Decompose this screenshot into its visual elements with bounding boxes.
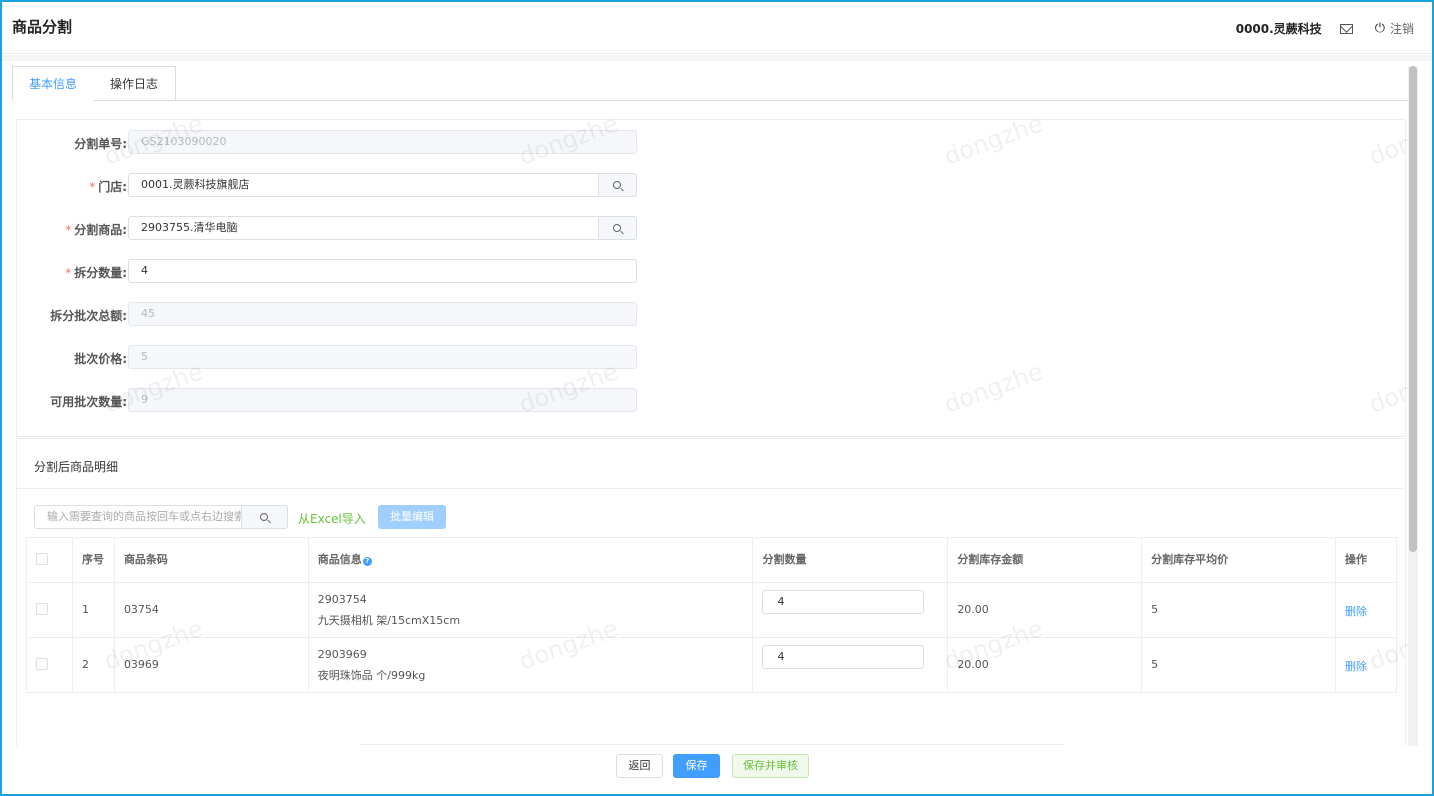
split-no-label: 分割单号: — [74, 137, 127, 151]
column-header: 分割库存平均价 — [1142, 538, 1337, 582]
form-row-split-qty: * 拆分数量: 4 — [17, 259, 647, 283]
info-cell: 2903754 九天摄相机 架/15cmX15cm — [309, 583, 754, 637]
search-icon — [260, 513, 268, 521]
detail-table: 序号 商品条码 商品信息? 分割数量 分割库存金额 分割库存平均价 操作 1 0… — [26, 537, 1397, 693]
header-gap — [2, 55, 1432, 61]
detail-search-input[interactable]: 输入需要查询的商品按回车或点右边搜索 — [34, 505, 242, 529]
tab-basic-info[interactable]: 基本信息 — [12, 66, 94, 101]
index-cell: 1 — [73, 583, 115, 637]
product-search-button[interactable] — [598, 216, 637, 240]
tab-operation-log[interactable]: 操作日志 — [93, 66, 176, 101]
table-row: 1 03754 2903754 九天摄相机 架/15cmX15cm 4 20.00… — [27, 583, 1397, 638]
action-cell: 删除 — [1336, 638, 1397, 692]
split-no-field: GS2103090020 — [128, 130, 637, 154]
store-field[interactable]: 0001.灵蕨科技旗舰店 — [128, 173, 599, 197]
form-row-split-no: 分割单号: GS2103090020 — [17, 130, 647, 154]
batch-edit-button[interactable]: 批量编辑 — [378, 505, 446, 529]
avg-price-cell: 5 — [1142, 583, 1337, 637]
detail-section: 分割后商品明细 输入需要查询的商品按回车或点右边搜索 从Excel导入 批量编辑… — [16, 438, 1406, 746]
qty-cell: 4 — [753, 638, 949, 692]
row-checkbox[interactable] — [36, 603, 48, 615]
form-row-batch-price: 批次价格: 5 — [17, 345, 647, 369]
select-all-checkbox[interactable] — [36, 553, 48, 565]
logout-link[interactable]: 注销 — [1390, 20, 1414, 37]
batch-price-label: 批次价格: — [74, 352, 127, 366]
excel-import-link[interactable]: 从Excel导入 — [298, 510, 366, 527]
header-checkbox-cell — [27, 538, 73, 582]
tab-bar: 基本信息 操作日志 — [12, 66, 1410, 101]
mail-icon[interactable] — [1339, 23, 1353, 34]
product-label: * 分割商品: — [65, 223, 127, 237]
column-header: 分割数量 — [753, 538, 949, 582]
delete-link[interactable]: 删除 — [1345, 603, 1367, 619]
index-cell: 2 — [73, 638, 115, 692]
vertical-scrollbar[interactable] — [1408, 66, 1418, 746]
available-qty-label: 可用批次数量: — [50, 395, 127, 409]
column-header-info: 商品信息? — [309, 538, 754, 582]
avg-price-cell: 5 — [1142, 638, 1337, 692]
qty-input[interactable]: 4 — [762, 590, 925, 614]
detail-search-button[interactable] — [241, 505, 288, 529]
company-name: 0000.灵蕨科技 — [1235, 22, 1322, 36]
form-row-store: * 门店: 0001.灵蕨科技旗舰店 — [17, 173, 647, 197]
search-icon — [613, 181, 621, 189]
store-search-button[interactable] — [598, 173, 637, 197]
qty-cell: 4 — [753, 583, 949, 637]
header-actions: 0000.灵蕨科技 ⏻ 注销 — [1236, 20, 1414, 37]
save-and-audit-button[interactable]: 保存并审核 — [732, 754, 809, 778]
detail-toolbar: 输入需要查询的商品按回车或点右边搜索 从Excel导入 批量编辑 — [34, 505, 934, 529]
save-button[interactable]: 保存 — [673, 754, 720, 778]
batch-total-label: 拆分批次总额: — [50, 309, 127, 323]
product-field[interactable]: 2903755.清华电脑 — [128, 216, 599, 240]
scrollbar-thumb[interactable] — [1409, 66, 1417, 552]
divider — [17, 488, 1405, 489]
page-title: 商品分割 — [12, 18, 73, 36]
footer-actions: 返回 保存 保存并审核 — [360, 744, 1064, 794]
column-header: 分割库存金额 — [948, 538, 1143, 582]
detail-title: 分割后商品明细 — [34, 460, 119, 474]
form-row-available-qty: 可用批次数量: 9 — [17, 388, 647, 412]
column-header: 序号 — [73, 538, 115, 582]
amount-cell: 20.00 — [948, 583, 1143, 637]
basic-info-form: 分割单号: GS2103090020 * 门店: 0001.灵蕨科技旗舰店 * 分割… — [16, 119, 1406, 437]
store-label: * 门店: — [89, 180, 127, 194]
amount-cell: 20.00 — [948, 638, 1143, 692]
delete-link[interactable]: 删除 — [1345, 658, 1367, 674]
batch-price-field: 5 — [128, 345, 637, 369]
form-row-product: * 分割商品: 2903755.清华电脑 — [17, 216, 647, 240]
batch-total-field: 45 — [128, 302, 637, 326]
main-content: 基本信息 操作日志 分割单号: GS2103090020 * 门店: 0001.灵… — [12, 66, 1410, 746]
column-header: 操作 — [1336, 538, 1397, 582]
barcode-cell: 03754 — [115, 583, 309, 637]
column-header: 商品条码 — [115, 538, 309, 582]
form-row-batch-total: 拆分批次总额: 45 — [17, 302, 647, 326]
split-qty-label: * 拆分数量: — [65, 266, 127, 280]
split-qty-field[interactable]: 4 — [128, 259, 637, 283]
help-icon[interactable]: ? — [362, 557, 372, 566]
action-cell: 删除 — [1336, 583, 1397, 637]
available-qty-field: 9 — [128, 388, 637, 412]
row-checkbox-cell — [27, 638, 73, 692]
table-row: 2 03969 2903969 夜明珠饰品 个/999kg 4 20.00 5 删… — [27, 638, 1397, 693]
row-checkbox-cell — [27, 583, 73, 637]
row-checkbox[interactable] — [36, 658, 48, 670]
info-cell: 2903969 夜明珠饰品 个/999kg — [309, 638, 754, 692]
qty-input[interactable]: 4 — [762, 645, 925, 669]
power-icon[interactable]: ⏻ — [1375, 21, 1385, 36]
back-button[interactable]: 返回 — [616, 754, 663, 778]
page-header: 商品分割 0000.灵蕨科技 ⏻ 注销 — [2, 2, 1432, 54]
table-header-row: 序号 商品条码 商品信息? 分割数量 分割库存金额 分割库存平均价 操作 — [27, 538, 1397, 583]
search-icon — [613, 224, 621, 232]
barcode-cell: 03969 — [115, 638, 309, 692]
